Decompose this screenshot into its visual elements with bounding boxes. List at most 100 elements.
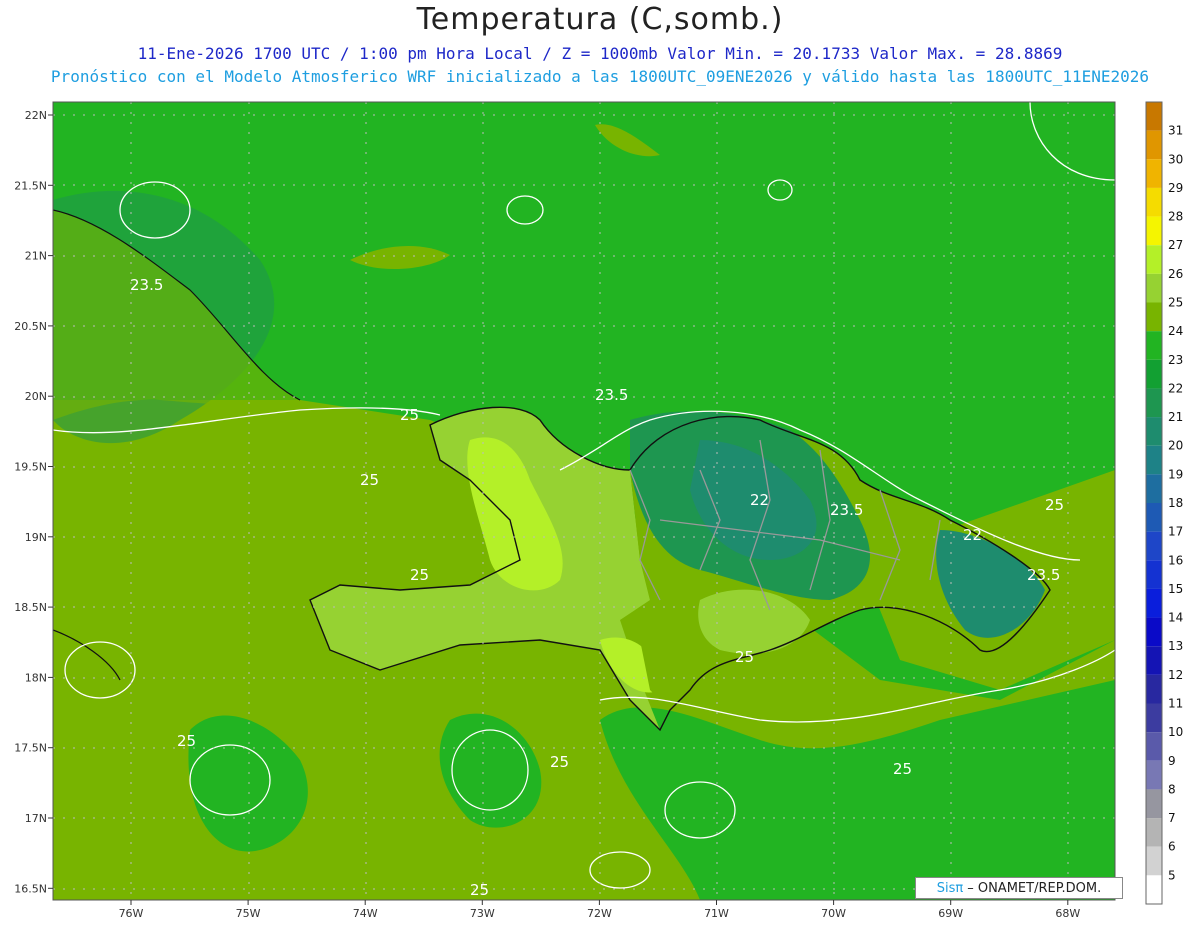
colorbar-label: 24 [1168,324,1183,338]
contour-label: 22 [963,526,982,544]
contour-label: 22 [750,491,769,509]
forecast-map: 25 23.5 22 23.5 25 23.5 25 25 25 25 22 2… [14,101,1183,920]
latitude-axis: 22N 21.5N 21N 20.5N 20N 19.5N 19N 18.5N 18N 17.5N… [14,109,53,895]
colorbar-swatch [1146,789,1162,819]
colorbar-swatch [1146,417,1162,446]
colorbar-label: 15 [1168,582,1183,596]
lat-tick-label: 18N [25,671,47,684]
brand-logo: Sisπ [936,880,964,896]
colorbar-swatch [1146,818,1162,847]
lon-tick-label: 73W [470,907,495,920]
lat-tick-label: 16.5N [14,882,47,895]
colorbar-label: 12 [1168,668,1183,682]
colorbar-swatch [1146,388,1162,418]
contour-label: 25 [410,566,429,584]
model-run-subtitle: Pronóstico con el Modelo Atmosferico WRF… [50,67,1150,86]
colorbar-swatch [1146,617,1162,647]
contour-label: 25 [360,471,379,489]
lat-tick-label: 19N [25,531,47,544]
lon-tick-label: 74W [353,907,378,920]
colorbar-label: 17 [1168,525,1183,539]
colorbar-swatch [1146,331,1162,360]
lat-tick-label: 21.5N [14,179,47,192]
contour-label: 25 [1045,496,1064,514]
lon-tick-label: 70W [821,907,846,920]
colorbar-label: 18 [1168,496,1183,510]
credit-box: Sisπ – ONAMET/REP.DOM. [915,877,1123,899]
map-plot-area: 25 23.5 22 23.5 25 23.5 25 25 25 25 22 2… [53,102,1115,900]
lat-tick-label: 17N [25,812,47,825]
lon-tick-label: 71W [704,907,729,920]
colorbar-label: 5 [1168,868,1176,882]
colorbar-label: 11 [1168,697,1183,711]
map-title: Temperatura (C,somb.) [416,2,784,37]
lat-tick-label: 18.5N [14,601,47,614]
contour-label: 25 [177,732,196,750]
colorbar-swatch [1146,503,1162,532]
colorbar-swatch [1146,130,1162,160]
lon-tick-label: 76W [119,907,144,920]
colorbar-label: 20 [1168,439,1183,453]
lon-tick-label: 68W [1055,907,1080,920]
colorbar-swatch [1146,588,1162,618]
colorbar-label: 7 [1168,811,1176,825]
colorbar: 31 30 29 28 27 26 25 24 23 22 21 20 19 18 17 16 15 14 13 12… [1145,101,1183,905]
colorbar-label: 8 [1168,782,1176,796]
colorbar-label: 16 [1168,553,1183,567]
contour-label: 25 [470,881,489,899]
colorbar-label: 14 [1168,611,1183,625]
lon-tick-label: 72W [587,907,612,920]
colorbar-swatch [1146,703,1162,733]
colorbar-swatch [1146,531,1162,561]
colorbar-swatch [1146,216,1162,246]
colorbar-label: 19 [1168,467,1183,481]
colorbar-label: 31 [1168,124,1183,138]
organization-label: – ONAMET/REP.DOM. [967,880,1102,896]
colorbar-label: 29 [1168,181,1183,195]
colorbar-swatch [1146,674,1162,704]
colorbar-label: 30 [1168,152,1183,166]
colorbar-swatch [1146,187,1162,217]
colorbar-label: 9 [1168,754,1176,768]
lon-tick-label: 75W [236,907,261,920]
contour-label: 25 [550,753,569,771]
colorbar-swatch [1146,646,1162,675]
contour-label: 25 [893,760,912,778]
colorbar-label: 25 [1168,296,1183,310]
contour-label: 25 [400,406,419,424]
colorbar-label: 26 [1168,267,1183,281]
colorbar-label: 21 [1168,410,1183,424]
contour-label: 23.5 [595,386,628,404]
lat-tick-label: 19.5N [14,461,47,474]
contour-label: 23.5 [1027,566,1060,584]
colorbar-swatch [1146,359,1162,389]
lat-tick-label: 22N [25,109,47,122]
colorbar-swatch [1146,474,1162,503]
lat-tick-label: 21N [25,250,47,263]
colorbar-label: 6 [1168,840,1176,854]
colorbar-label: 22 [1168,381,1183,395]
contour-label: 23.5 [830,501,863,519]
colorbar-label: 13 [1168,639,1183,653]
colorbar-swatch [1146,846,1162,876]
lat-tick-label: 20N [25,390,47,403]
contour-label: 25 [735,648,754,666]
colorbar-swatch [1146,732,1162,761]
contour-label: 23.5 [130,276,163,294]
colorbar-swatch [1146,875,1162,904]
colorbar-swatch [1146,560,1162,589]
colorbar-swatch [1146,445,1162,475]
longitude-axis: 76W 75W 74W 73W 72W 71W 70W 69W 68W [119,900,1080,920]
colorbar-swatch [1146,102,1162,131]
colorbar-swatch [1146,159,1162,188]
colorbar-swatch [1146,245,1162,274]
valid-time-subtitle: 11-Ene-2026 1700 UTC / 1:00 pm Hora Loca… [137,44,1063,63]
colorbar-label: 28 [1168,210,1183,224]
colorbar-swatch [1146,273,1162,303]
colorbar-label: 10 [1168,725,1183,739]
colorbar-label: 27 [1168,238,1183,252]
colorbar-swatch [1146,760,1162,790]
colorbar-label: 23 [1168,353,1183,367]
lat-tick-label: 20.5N [14,320,47,333]
colorbar-swatch [1146,302,1162,332]
